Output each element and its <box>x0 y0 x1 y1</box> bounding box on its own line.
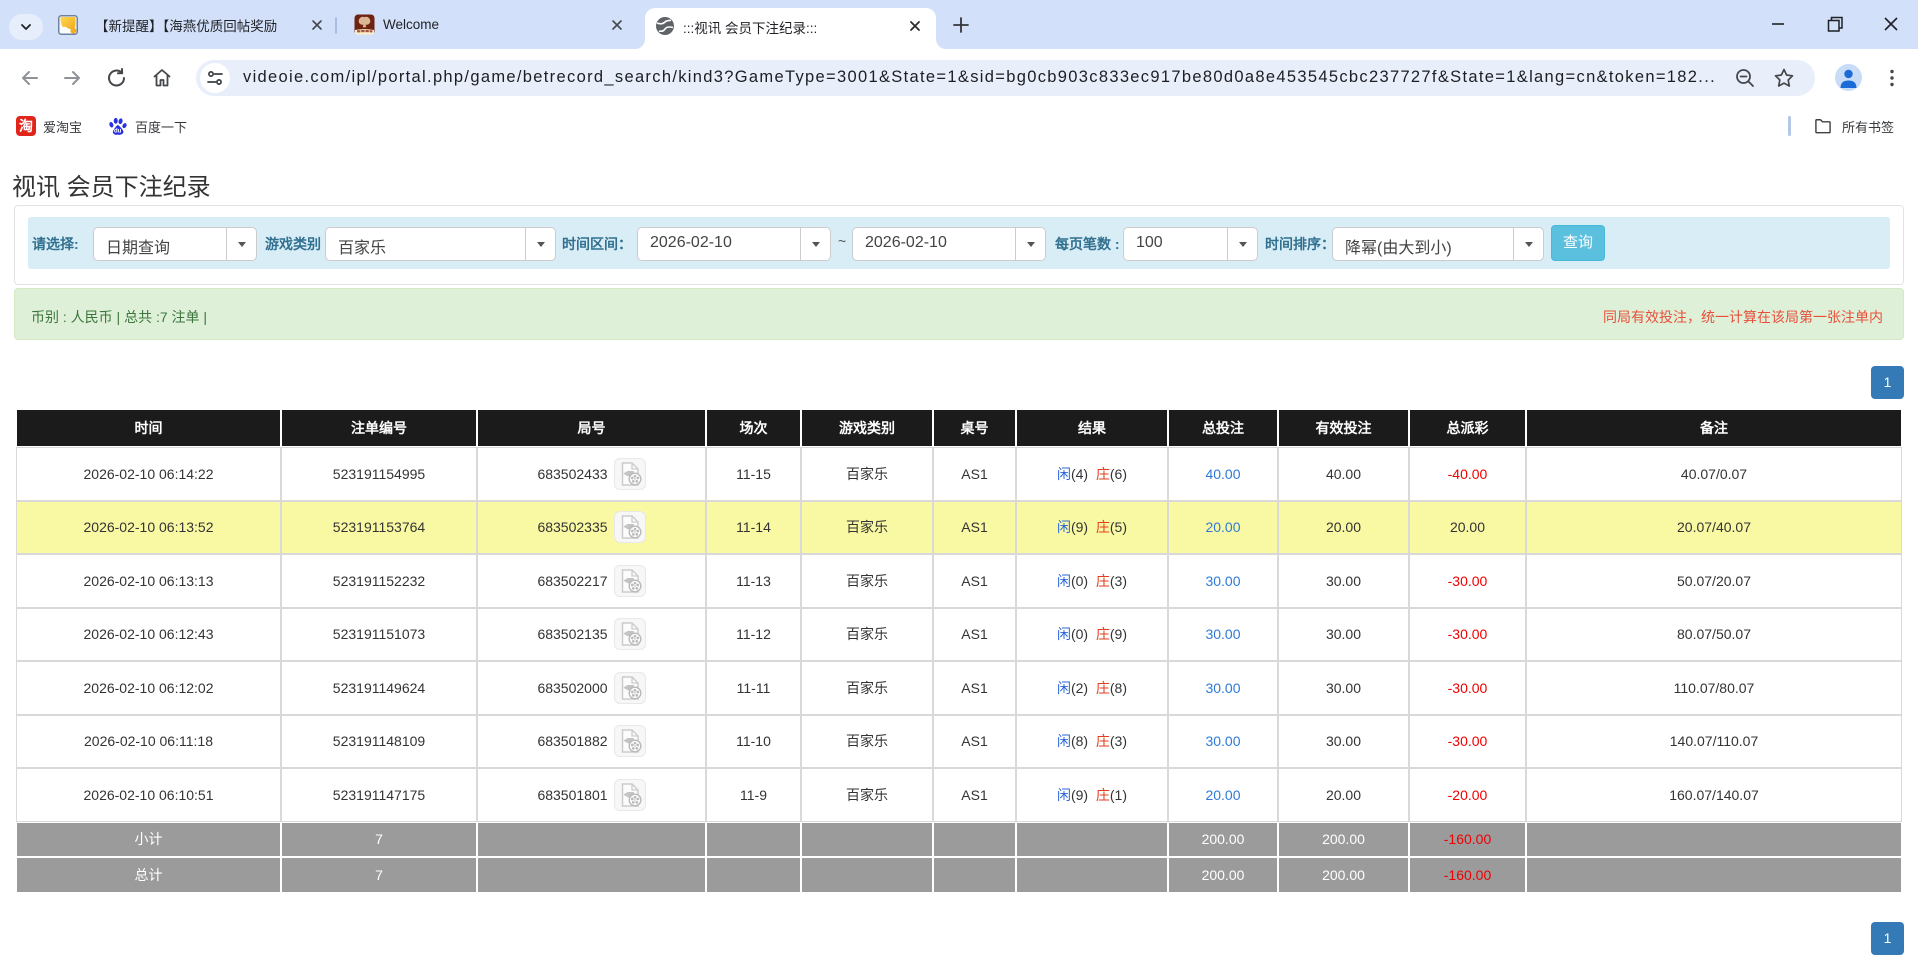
svg-text:du: du <box>114 127 122 134</box>
